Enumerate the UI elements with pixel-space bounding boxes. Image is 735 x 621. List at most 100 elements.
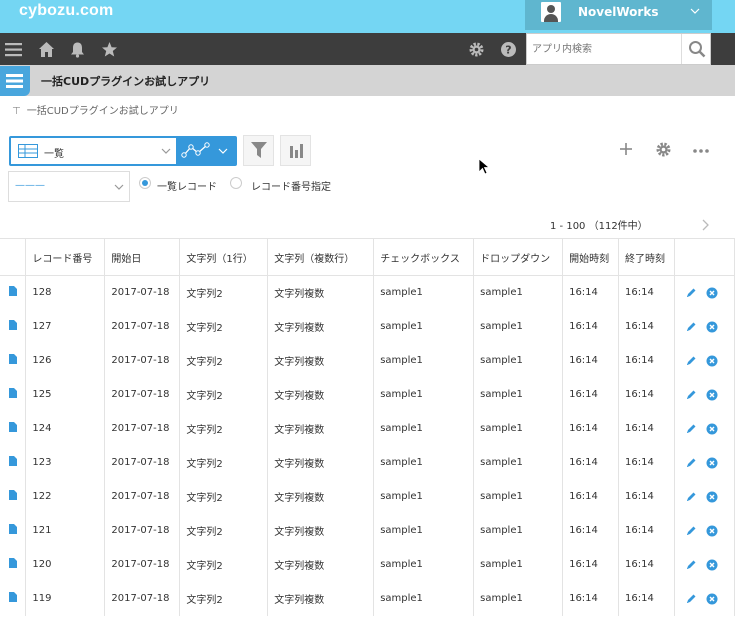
- record-detail-cell[interactable]: [0, 581, 27, 616]
- table-cell: 2017-07-18: [104, 581, 181, 616]
- records-table: レコード番号 開始日 文字列（1行） 文字列（複数行） チェックボックス ドロップダウン開…: [0, 238, 735, 616]
- table-cell: sample1: [373, 411, 475, 446]
- header-icon-col: [0, 238, 27, 276]
- table-cell: 文字列複数: [267, 445, 375, 480]
- record-detail-cell[interactable]: [0, 275, 27, 310]
- search-input[interactable]: [527, 34, 681, 64]
- breadcrumb-app[interactable]: 一括CUDプラグインお試しアプリ: [27, 106, 179, 117]
- pencil-icon[interactable]: [685, 287, 697, 299]
- column-header[interactable]: レコード番号: [25, 238, 106, 276]
- search-icon: [689, 41, 706, 58]
- pencil-icon[interactable]: [685, 593, 697, 605]
- help-icon[interactable]: ?: [500, 41, 517, 58]
- document-icon[interactable]: [8, 558, 17, 568]
- record-detail-cell[interactable]: [0, 377, 27, 412]
- table-cell: sample1: [473, 343, 564, 378]
- table-cell: 文字列複数: [267, 479, 375, 514]
- radio-list-records[interactable]: [139, 177, 151, 189]
- record-detail-cell[interactable]: [0, 343, 27, 378]
- table-cell: 2017-07-18: [104, 513, 181, 548]
- filter-button[interactable]: [243, 135, 274, 166]
- document-icon[interactable]: [8, 388, 17, 398]
- table-cell: sample1: [473, 411, 564, 446]
- table-cell: 16:14: [618, 309, 675, 344]
- radio-list-records-label: 一覧レコード: [157, 182, 217, 193]
- view-dropdown[interactable]: 一覧: [11, 138, 176, 164]
- column-header[interactable]: 終了時刻: [618, 238, 675, 276]
- pencil-icon[interactable]: [685, 457, 697, 469]
- record-detail-cell[interactable]: [0, 309, 27, 344]
- delete-icon[interactable]: [706, 321, 718, 333]
- column-header[interactable]: 文字列（複数行）: [267, 238, 375, 276]
- pencil-icon[interactable]: [685, 321, 697, 333]
- pin-icon[interactable]: ⊤: [12, 106, 21, 117]
- delete-icon[interactable]: [706, 525, 718, 537]
- chevron-right-icon[interactable]: [700, 218, 710, 232]
- bell-icon[interactable]: [69, 41, 86, 58]
- header-actions-col: [674, 238, 735, 276]
- brand-logo[interactable]: cybozu.com: [19, 2, 113, 20]
- document-icon[interactable]: [8, 592, 17, 602]
- document-icon[interactable]: [8, 422, 17, 432]
- delete-icon[interactable]: [706, 593, 718, 605]
- app-icon[interactable]: [0, 66, 30, 96]
- record-detail-cell[interactable]: [0, 479, 27, 514]
- table-cell: 文字列複数: [267, 513, 375, 548]
- delete-icon[interactable]: [706, 287, 718, 299]
- table-cell: sample1: [373, 479, 475, 514]
- pencil-icon[interactable]: [685, 389, 697, 401]
- document-icon[interactable]: [8, 490, 17, 500]
- delete-icon[interactable]: [706, 491, 718, 503]
- chevron-down-icon: [161, 148, 171, 154]
- document-icon[interactable]: [8, 354, 17, 364]
- pencil-icon[interactable]: [685, 423, 697, 435]
- star-icon[interactable]: [101, 41, 118, 58]
- gear-icon[interactable]: [468, 41, 485, 58]
- delete-icon[interactable]: [706, 559, 718, 571]
- table-cell: 文字列2: [179, 513, 269, 548]
- graph-button[interactable]: [280, 135, 311, 166]
- table-header-row: レコード番号 開始日 文字列（1行） 文字列（複数行） チェックボックス ドロップダウン開…: [0, 238, 735, 276]
- table-cell: 16:14: [562, 411, 620, 446]
- pencil-icon[interactable]: [685, 355, 697, 367]
- gear-icon[interactable]: [655, 141, 672, 158]
- delete-icon[interactable]: [706, 355, 718, 367]
- menu-icon[interactable]: [5, 41, 22, 58]
- record-detail-cell[interactable]: [0, 411, 27, 446]
- graph-icon[interactable]: [181, 142, 211, 160]
- home-icon[interactable]: [38, 41, 55, 58]
- chevron-down-icon[interactable]: [218, 147, 228, 155]
- user-menu[interactable]: NovelWorks: [525, 0, 712, 30]
- document-icon[interactable]: [8, 320, 17, 330]
- delete-icon[interactable]: [706, 389, 718, 401]
- record-detail-cell[interactable]: [0, 513, 27, 548]
- delete-icon[interactable]: [706, 423, 718, 435]
- plus-icon[interactable]: [618, 141, 634, 157]
- column-header[interactable]: 開始日: [104, 238, 181, 276]
- table-row: 126 2017-07-18 文字列2 文字列複数 sample1 sample1 16:1…: [0, 343, 735, 378]
- view-selector: 一覧: [9, 136, 237, 166]
- table-cell: 2017-07-18: [104, 411, 181, 446]
- document-icon[interactable]: [8, 456, 17, 466]
- table-cell: 文字列2: [179, 309, 269, 344]
- pencil-icon[interactable]: [685, 559, 697, 571]
- document-icon[interactable]: [8, 524, 17, 534]
- record-filter-dropdown[interactable]: ———: [8, 171, 130, 202]
- table-cell: 2017-07-18: [104, 547, 181, 582]
- table-cell: sample1: [373, 581, 475, 616]
- pencil-icon[interactable]: [685, 525, 697, 537]
- record-detail-cell[interactable]: [0, 547, 27, 582]
- column-header[interactable]: ドロップダウン: [473, 238, 564, 276]
- search-button[interactable]: [681, 34, 711, 64]
- table-cell: 文字列複数: [267, 411, 375, 446]
- column-header[interactable]: 開始時刻: [562, 238, 620, 276]
- document-icon[interactable]: [8, 286, 17, 297]
- record-detail-cell[interactable]: [0, 445, 27, 480]
- top-bar: cybozu.com NovelWorks: [0, 0, 735, 33]
- column-header[interactable]: 文字列（1行）: [179, 238, 269, 276]
- more-icon[interactable]: [692, 141, 710, 158]
- pencil-icon[interactable]: [685, 491, 697, 503]
- delete-icon[interactable]: [706, 457, 718, 469]
- radio-record-number[interactable]: [230, 177, 242, 189]
- column-header[interactable]: チェックボックス: [373, 238, 475, 276]
